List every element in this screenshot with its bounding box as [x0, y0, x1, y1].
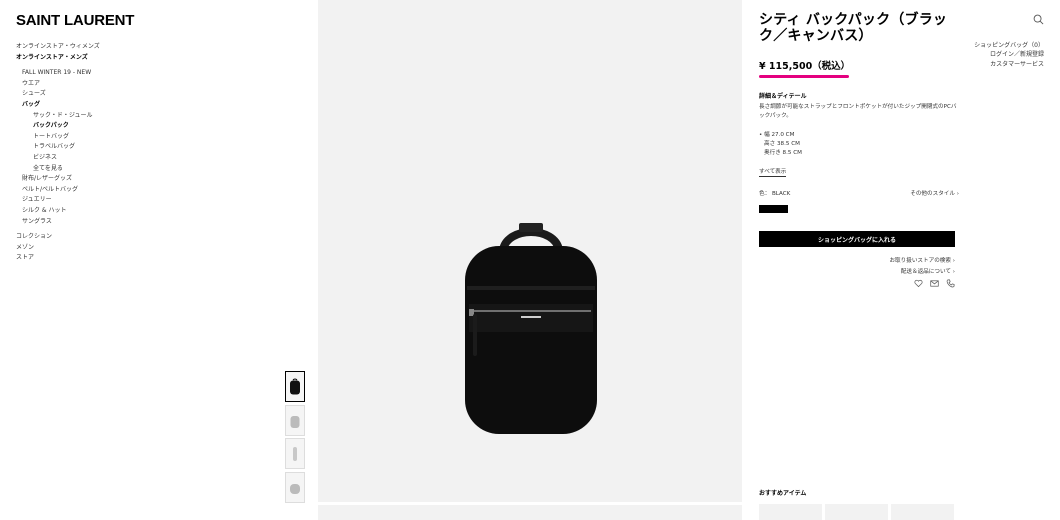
login-link[interactable]: ログイン／新規登録: [974, 50, 1044, 59]
nav-wear[interactable]: ウエア: [16, 79, 216, 90]
color-row: 色： BLACK その他のスタイル ›: [759, 189, 959, 197]
product-image-area-lower: [318, 505, 742, 520]
color-label: 色： BLACK: [759, 191, 791, 197]
dimension-height: 高さ 38.5 CM: [764, 141, 800, 147]
recommended-heading: おすすめアイテム: [759, 490, 807, 497]
nav-mens-store[interactable]: オンラインストア・メンズ: [16, 53, 216, 64]
heart-icon[interactable]: [914, 279, 923, 288]
recommended-item[interactable]: [759, 504, 822, 520]
nav-tote-bags[interactable]: トートバッグ: [16, 132, 216, 143]
thumbnail-side[interactable]: [285, 438, 305, 469]
nav-sac-de-jour[interactable]: サック・ド・ジュール: [16, 111, 216, 122]
backpack-icon: [290, 415, 300, 428]
category-nav: オンラインストア・ウィメンズ オンラインストア・メンズ FALL WINTER …: [16, 42, 216, 264]
share-actions: [759, 279, 955, 288]
mail-icon[interactable]: [930, 279, 939, 288]
phone-icon[interactable]: [946, 279, 955, 288]
product-title: シティ バックパック（ブラック／キャンバス）: [759, 12, 948, 44]
color-swatch-black[interactable]: [759, 205, 788, 213]
backpack-icon: [290, 483, 300, 494]
dimension-width: • 幅 27.0 CM: [759, 132, 795, 138]
nav-womens-store[interactable]: オンラインストア・ウィメンズ: [16, 42, 216, 53]
product-price: ¥ 115,500（税込）: [759, 61, 851, 72]
dimensions-list: • 幅 27.0 CM 高さ 38.5 CM 奥行き 8.5 CM: [759, 131, 959, 158]
thumbnail-back[interactable]: [285, 404, 305, 436]
show-all-link[interactable]: すべて表示: [759, 168, 787, 177]
recommended-item[interactable]: [891, 504, 954, 520]
thumbnail-front[interactable]: [285, 371, 305, 402]
brand-logo[interactable]: SAINT LAURENT: [16, 12, 134, 29]
backpack-product-image[interactable]: [463, 220, 599, 436]
nav-shoes[interactable]: シューズ: [16, 89, 216, 100]
backpack-icon: [293, 447, 297, 461]
product-info-panel: シティ バックパック（ブラック／キャンバス） ¥ 115,500（税込） 詳細＆…: [759, 12, 959, 288]
store-search-link[interactable]: お取り扱いストアの検索 ›: [759, 256, 955, 267]
nav-maison[interactable]: メゾン: [16, 243, 216, 254]
price-underline: [759, 75, 849, 78]
other-styles-link[interactable]: その他のスタイル ›: [910, 189, 959, 197]
product-description: 長さ調節が可能なストラップとフロントポケットが付いたジップ開閉式のPCバックパッ…: [759, 104, 957, 119]
thumbnail-strip: [285, 371, 305, 505]
nav-bags[interactable]: バッグ: [16, 100, 216, 111]
search-icon[interactable]: [1033, 14, 1044, 25]
thumbnail-detail[interactable]: [285, 471, 305, 503]
product-image-area: [318, 0, 742, 502]
nav-jewelry[interactable]: ジュエリー: [16, 195, 216, 206]
nav-sunglasses[interactable]: サングラス: [16, 217, 216, 228]
nav-business[interactable]: ビジネス: [16, 153, 216, 164]
shopping-bag-link[interactable]: ショッピングバッグ（0）: [974, 41, 1044, 50]
customer-service-link[interactable]: カスタマーサービス: [974, 60, 1044, 69]
nav-silk-hats[interactable]: シルク & ハット: [16, 206, 216, 217]
nav-travel-bags[interactable]: トラベルバッグ: [16, 142, 216, 153]
nav-belts[interactable]: ベルト/ベルトバッグ: [16, 185, 216, 196]
backpack-icon: [290, 378, 300, 395]
shipping-returns-link[interactable]: 配送＆返品について ›: [759, 267, 955, 278]
account-menu: ショッピングバッグ（0） ログイン／新規登録 カスタマーサービス: [974, 41, 1044, 69]
details-heading: 詳細＆ディテール: [759, 93, 807, 100]
add-to-bag-button[interactable]: ショッピングバッグに入れる: [759, 231, 955, 247]
nav-backpacks[interactable]: バックパック: [16, 121, 216, 132]
nav-collection[interactable]: コレクション: [16, 232, 216, 243]
nav-wallets[interactable]: 財布/レザーグッズ: [16, 174, 216, 185]
nav-fw19-new[interactable]: FALL WINTER 19 - NEW: [16, 68, 216, 79]
nav-stores[interactable]: ストア: [16, 253, 216, 264]
nav-view-all[interactable]: 全てを見る: [16, 164, 216, 175]
recommended-item[interactable]: [825, 504, 888, 520]
product-links: お取り扱いストアの検索 › 配送＆返品について ›: [759, 256, 955, 277]
dimension-depth: 奥行き 8.5 CM: [764, 150, 802, 156]
